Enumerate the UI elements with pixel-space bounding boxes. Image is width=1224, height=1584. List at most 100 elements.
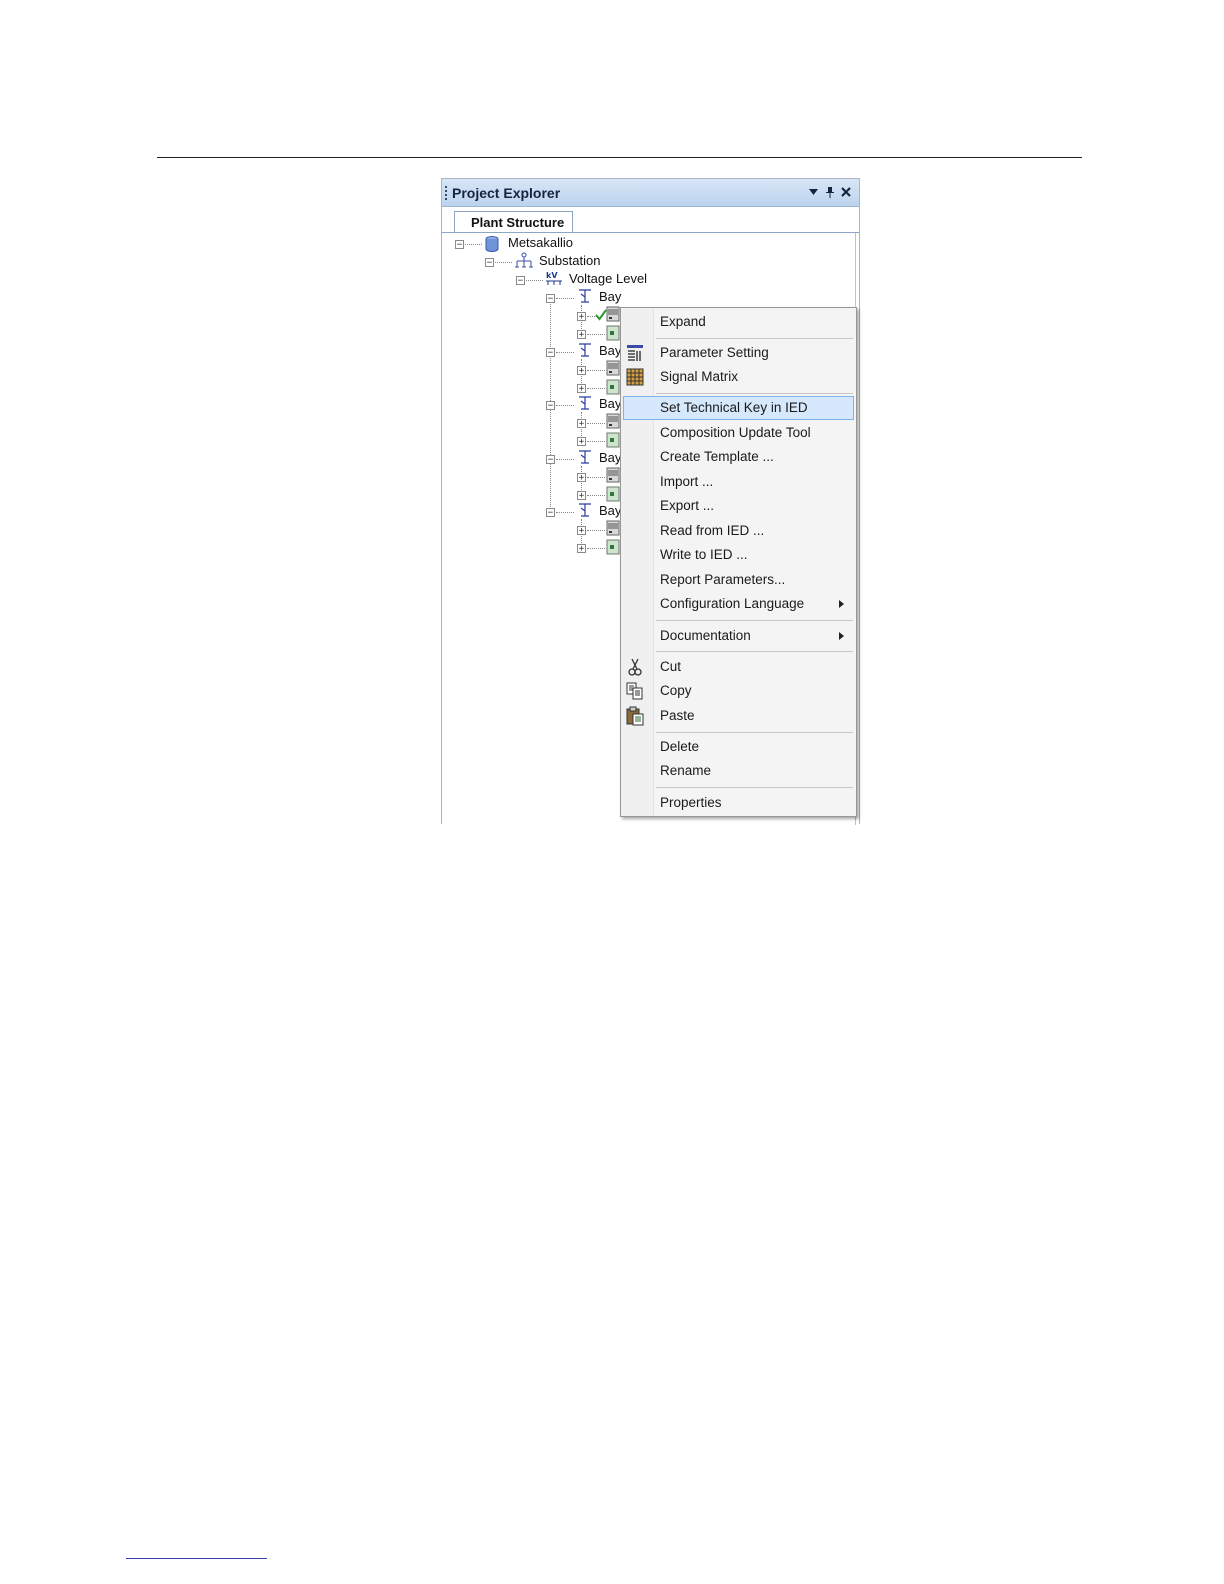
ied-module-icon [606, 325, 620, 341]
menu-item-label: Documentation [660, 628, 751, 643]
menu-item-composition-update-tool[interactable]: Composition Update Tool [623, 421, 854, 445]
tree-node-root[interactable]: Metsakallio [508, 235, 573, 251]
collapse-icon[interactable]: − [455, 240, 464, 250]
bay-icon [579, 503, 591, 517]
collapse-icon[interactable]: − [516, 276, 525, 286]
menu-separator [656, 338, 853, 339]
menu-item-paste[interactable]: Paste [623, 704, 854, 728]
collapse-icon[interactable]: − [546, 348, 555, 358]
collapse-icon[interactable]: − [546, 455, 555, 465]
expand-icon[interactable]: + [577, 473, 586, 483]
menu-separator [656, 732, 853, 733]
expand-icon[interactable]: + [577, 437, 586, 447]
menu-item-label: Copy [660, 683, 692, 698]
footer-rule [126, 1558, 267, 1559]
tab-plant-structure[interactable]: Plant Structure [454, 211, 574, 233]
menu-item-label: Expand [660, 314, 706, 329]
tree-node-bay[interactable]: Bay [599, 343, 621, 359]
page-header-rule [157, 157, 1082, 158]
bay-icon [579, 289, 591, 303]
menu-item-copy[interactable]: Copy [623, 679, 854, 703]
menu-item-label: Delete [660, 739, 700, 754]
scissors-icon [628, 658, 642, 676]
submenu-arrow-icon [839, 600, 844, 608]
pin-icon[interactable] [825, 184, 835, 205]
copy-icon [626, 682, 643, 700]
expand-icon[interactable]: + [577, 384, 586, 394]
bay-icon [579, 396, 591, 410]
menu-item-rename[interactable]: Rename [623, 759, 854, 783]
bay-icon [579, 343, 591, 357]
menu-item-write-to-ied[interactable]: Write to IED ... [623, 543, 854, 567]
bay-icon [579, 450, 591, 464]
menu-item-label: Create Template ... [660, 449, 774, 464]
svg-text:kV: kV [546, 271, 558, 280]
signal-matrix-icon [626, 368, 644, 386]
menu-item-label: Report Parameters... [660, 572, 786, 587]
tree-node-substation[interactable]: Substation [539, 253, 600, 269]
panel-titlebar[interactable]: Project Explorer [442, 179, 859, 207]
expand-icon[interactable]: + [577, 491, 586, 501]
menu-item-label: Export ... [660, 498, 715, 513]
ied-module-icon [606, 539, 620, 555]
menu-item-properties[interactable]: Properties [623, 791, 854, 815]
ied-icon [606, 306, 620, 322]
ied-icon [606, 520, 620, 536]
tree-node-bay[interactable]: Bay [599, 396, 621, 412]
menu-separator [656, 620, 853, 621]
panel-title: Project Explorer [452, 185, 561, 201]
substation-icon [515, 252, 533, 268]
collapse-icon[interactable]: − [485, 258, 494, 268]
paste-icon [626, 706, 644, 726]
menu-item-label: Set Technical Key in IED [660, 400, 808, 415]
menu-separator [656, 393, 853, 394]
menu-item-expand[interactable]: Expand [623, 310, 854, 334]
menu-item-label: Write to IED ... [660, 547, 748, 562]
tree-node-bay[interactable]: Bay [599, 503, 621, 519]
menu-item-import[interactable]: Import ... [623, 470, 854, 494]
menu-item-create-template[interactable]: Create Template ... [623, 445, 854, 469]
submenu-arrow-icon [839, 632, 844, 640]
collapse-icon[interactable]: − [546, 401, 555, 411]
menu-item-label: Cut [660, 659, 682, 674]
collapse-icon[interactable]: − [546, 294, 555, 304]
tree-node-voltage-level[interactable]: Voltage Level [569, 271, 647, 287]
menu-item-label: Signal Matrix [660, 369, 739, 384]
close-icon[interactable] [840, 184, 852, 205]
dropdown-icon[interactable] [808, 184, 819, 205]
ied-icon [606, 360, 620, 376]
menu-item-report-parameters[interactable]: Report Parameters... [623, 568, 854, 592]
expand-icon[interactable]: + [577, 526, 586, 536]
ied-icon [606, 413, 620, 429]
menu-item-label: Paste [660, 708, 695, 723]
menu-item-parameter-setting[interactable]: Parameter Setting [623, 341, 854, 365]
menu-item-label: Read from IED ... [660, 523, 765, 538]
expand-icon[interactable]: + [577, 330, 586, 340]
menu-item-documentation[interactable]: Documentation [623, 624, 854, 648]
menu-item-export[interactable]: Export ... [623, 494, 854, 518]
ied-icon [606, 467, 620, 483]
parameter-setting-icon [627, 345, 643, 361]
database-icon [485, 236, 499, 252]
menu-item-label: Composition Update Tool [660, 425, 811, 440]
menu-item-read-from-ied[interactable]: Read from IED ... [623, 519, 854, 543]
menu-item-label: Properties [660, 795, 722, 810]
tree-node-bay[interactable]: Bay [599, 450, 621, 466]
drag-grip-icon[interactable] [445, 186, 447, 200]
expand-icon[interactable]: + [577, 544, 586, 554]
expand-icon[interactable]: + [577, 366, 586, 376]
expand-icon[interactable]: + [577, 312, 586, 322]
menu-separator [656, 787, 853, 788]
collapse-icon[interactable]: − [546, 508, 555, 518]
tree-node-bay[interactable]: Bay [599, 289, 621, 305]
menu-item-cut[interactable]: Cut [623, 655, 854, 679]
ied-module-icon [606, 486, 620, 502]
menu-item-label: Parameter Setting [660, 345, 769, 360]
menu-separator [656, 651, 853, 652]
expand-icon[interactable]: + [577, 419, 586, 429]
voltage-level-icon: kV [546, 271, 562, 285]
menu-item-set-technical-key[interactable]: Set Technical Key in IED [623, 396, 854, 420]
menu-item-signal-matrix[interactable]: Signal Matrix [623, 365, 854, 389]
menu-item-configuration-language[interactable]: Configuration Language [623, 592, 854, 616]
menu-item-delete[interactable]: Delete [623, 735, 854, 759]
